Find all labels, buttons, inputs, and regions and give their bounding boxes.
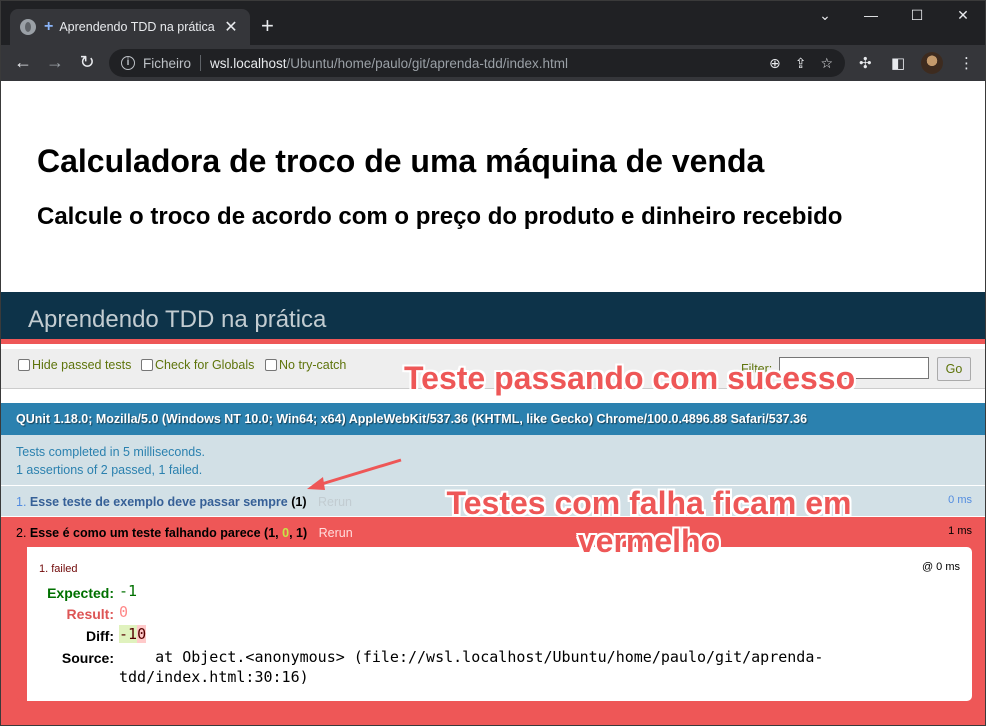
share-icon[interactable]: ⇪ [795,55,807,72]
side-panel-icon[interactable]: ◧ [891,54,905,72]
test-index: 1. [16,495,27,509]
omnibox-actions: ⊕ ⇪ ☆ [769,55,833,72]
address-scheme-label: Ficheiro [143,55,192,71]
plus-icon: + [44,18,54,35]
arrow-shaft [314,458,402,488]
test-fail-header[interactable]: 2. Esse é como um teste falhando parece … [16,526,353,540]
expected-value: -1 [119,582,138,600]
test-runtime: 1 ms [948,525,972,537]
diff-label: Diff: [86,628,114,644]
maximize-button[interactable]: ☐ [897,7,937,24]
diff-inserted: -1 [119,625,138,643]
address-host: wsl.localhost [210,55,287,71]
result-label: Result: [66,606,114,622]
diff-deleted: 0 [137,625,147,643]
check-globals-checkbox[interactable]: Check for Globals [141,358,254,372]
test-index: 2. [16,526,27,540]
hide-passed-label[interactable]: Hide passed tests [32,358,131,372]
page-title: Calculadora de troco de uma máquina de v… [37,143,765,179]
test-count: (1, 0, 1) [264,526,307,540]
back-arrow-icon[interactable]: ← [13,53,33,71]
checkbox-box[interactable] [18,359,30,371]
assertion-label: 1. failed [39,563,78,575]
address-path: /Ubuntu/home/paulo/git/aprenda-tdd/index… [286,55,568,71]
new-tab-button[interactable]: + [261,15,274,37]
globe-icon [20,19,36,35]
title-bar: + Aprendendo TDD na prática ✕ + ⌄ — ☐ ✕ [1,1,985,45]
annotation-fail: Testes com falha ficam em vermelho [446,485,852,559]
info-icon[interactable]: i [121,56,135,70]
qunit-header-text[interactable]: Aprendendo TDD na prática [28,306,326,333]
test-name[interactable]: Esse teste de exemplo deve passar sempre [30,495,288,509]
browser-tab[interactable]: + Aprendendo TDD na prática ✕ [10,9,250,45]
minimize-button[interactable]: — [851,7,891,23]
go-button[interactable]: Go [937,357,971,381]
checkbox-box[interactable] [265,359,277,371]
tab-title: Aprendendo TDD na prática [59,20,215,34]
qunit-header[interactable]: Aprendendo TDD na prática [1,292,985,344]
arrow-head [307,477,325,490]
qunit-user-agent: QUnit 1.18.0; Mozilla/5.0 (Windows NT 10… [1,403,985,435]
address-separator [200,55,202,71]
source-label: Source: [61,650,114,666]
hide-passed-checkbox[interactable]: Hide passed tests [18,358,131,372]
zoom-icon[interactable]: ⊕ [769,55,781,72]
summary-line-1: Tests completed in 5 milliseconds. [16,445,205,459]
page-content: Calculadora de troco de uma máquina de v… [1,81,985,725]
browser-toolbar: ← → ↻ i Ficheiro wsl.localhost /Ubuntu/h… [1,45,985,81]
rerun-link[interactable]: Rerun [319,526,353,540]
tab-close-icon[interactable]: ✕ [222,17,240,37]
rerun-link[interactable]: Rerun [318,495,352,509]
browser-window: + Aprendendo TDD na prática ✕ + ⌄ — ☐ ✕ … [0,0,986,726]
tab-search-icon[interactable]: ⌄ [805,7,845,24]
test-runtime: 0 ms [948,494,972,506]
source-value: at Object.<anonymous> (file://wsl.localh… [119,648,824,686]
forward-arrow-icon[interactable]: → [45,53,65,71]
address-bar[interactable]: i Ficheiro wsl.localhost /Ubuntu/home/pa… [109,49,845,77]
reload-icon[interactable]: ↻ [77,53,97,71]
qunit-test-result-summary: Tests completed in 5 milliseconds. 1 ass… [1,435,985,486]
menu-kebab-icon[interactable]: ⋮ [959,54,974,72]
bookmark-star-icon[interactable]: ☆ [820,55,833,72]
test-name[interactable]: Esse é como um teste falhando parece [30,526,261,540]
page-subtitle: Calcule o troco de acordo com o preço do… [37,203,843,230]
count-open: (1, [264,526,283,540]
test-count: (1) [291,495,307,509]
assertion-detail: 1. failed @ 0 ms Expected: -1 Result: 0 … [17,547,972,701]
diff-value: -10 [119,625,147,643]
summary-line-2: 1 assertions of 2 passed, 1 failed. [16,463,203,477]
assertion-runtime: @ 0 ms [921,561,960,573]
count-close: , 1) [289,526,308,540]
annotation-pass: Teste passando com sucesso [404,360,856,396]
checkbox-box[interactable] [141,359,153,371]
close-window-button[interactable]: ✕ [943,7,983,24]
check-globals-label[interactable]: Check for Globals [155,358,254,372]
annotation-arrow [307,458,402,490]
result-value: 0 [119,603,129,621]
no-try-catch-label[interactable]: No try-catch [279,358,346,372]
extensions-icon[interactable]: ✣ [859,54,872,72]
expected-label: Expected: [47,585,114,601]
no-try-catch-checkbox[interactable]: No try-catch [265,358,346,372]
profile-avatar[interactable] [921,52,943,74]
